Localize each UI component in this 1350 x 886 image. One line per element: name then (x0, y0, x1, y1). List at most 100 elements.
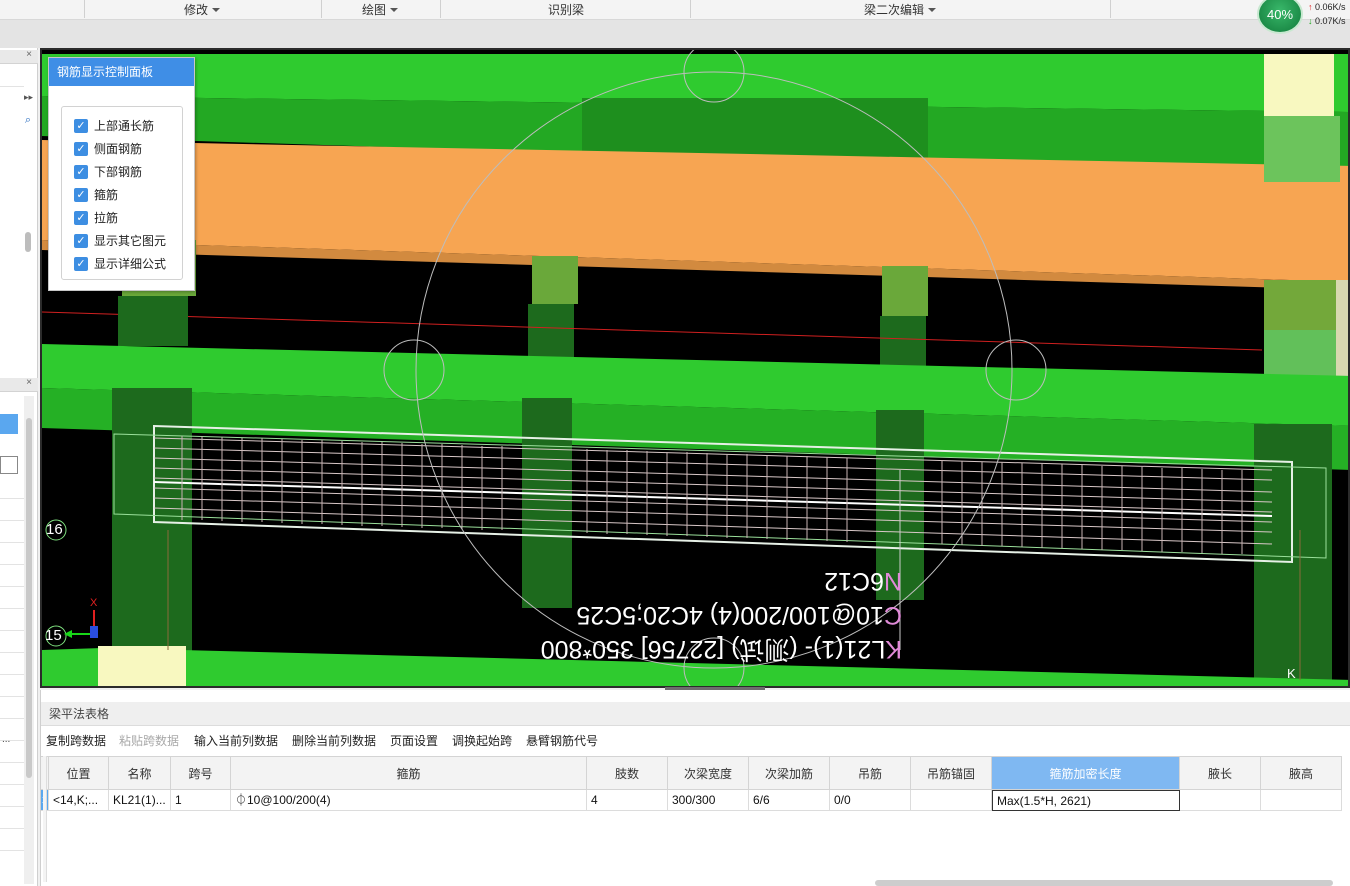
beam-table-panel: 梁平法表格 复制跨数据 粘贴跨数据 输入当前列数据 删除当前列数据 页面设置 调… (40, 690, 1350, 886)
checkbox-side-rebar[interactable]: ✓ 侧面钢筋 (74, 140, 142, 156)
list-row-line (0, 564, 24, 565)
list-row-line (0, 674, 24, 675)
list-row-line (0, 520, 24, 521)
cantilever-rebar-code-button[interactable]: 悬臂钢筋代号 (526, 732, 598, 749)
column-header-stirrup-densified-length[interactable]: 箍筋加密长度 (992, 756, 1180, 790)
identify-beam-menu[interactable]: 识别梁 (548, 1, 584, 18)
identify-beam-label: 识别梁 (548, 3, 585, 17)
ribbon-separator (440, 0, 441, 18)
beam-annotation-line-3: N6C12 (824, 567, 902, 595)
delete-column-data-button[interactable]: 删除当前列数据 (292, 732, 376, 749)
column-header-position[interactable]: 位置 (49, 756, 109, 790)
check-icon[interactable]: ✓ (74, 164, 88, 179)
table-cell-haunch-height[interactable] (1261, 790, 1342, 811)
secondary-edit-menu[interactable]: 梁二次编辑 (864, 1, 937, 18)
checkbox-stirrup[interactable]: ✓ 箍筋 (74, 186, 118, 202)
table-cell-stirrup[interactable]: ⏀10@100/200(4) (231, 790, 587, 811)
column-header-haunch-length[interactable]: 腋长 (1180, 756, 1261, 790)
column-header-span[interactable]: 跨号 (171, 756, 231, 790)
horizontal-scrollbar[interactable] (875, 880, 1333, 886)
list-row-line (0, 718, 24, 719)
check-icon[interactable]: ✓ (74, 187, 88, 202)
checkbox-show-other-elements[interactable]: ✓ 显示其它图元 (74, 232, 166, 248)
chevron-down-icon (390, 8, 399, 12)
column-header-secondary-beam-bars[interactable]: 次梁加筋 (749, 756, 830, 790)
table-cell-name[interactable]: KL21(1)... (109, 790, 171, 811)
modify-menu-label: 修改 (184, 3, 209, 17)
column (118, 296, 188, 346)
search-icon[interactable]: ⌕ (25, 114, 31, 127)
checkbox-top-continuous-rebar[interactable]: ✓ 上部通长筋 (74, 117, 154, 133)
column-header-stirrup[interactable]: 箍筋 (231, 756, 587, 790)
check-icon[interactable]: ✓ (74, 256, 88, 271)
column-header-name[interactable]: 名称 (109, 756, 171, 790)
table-left-gutter (43, 756, 47, 882)
3d-viewport[interactable]: X 16 15 K KL21(1)- (测试) [22756] 350*800 … (40, 48, 1350, 688)
left-panel-header: × (0, 49, 38, 64)
checkbox-bottom-rebar[interactable]: ✓ 下部钢筋 (74, 163, 142, 179)
column-stub (532, 256, 578, 304)
download-speed: ↓ 0.07K/s (1308, 16, 1346, 26)
column-header-hanger-bar[interactable]: 吊筋 (830, 756, 911, 790)
column-base (98, 646, 186, 686)
check-icon[interactable]: ✓ (74, 141, 88, 156)
list-row-line (0, 608, 24, 609)
column (528, 304, 574, 364)
checkbox-tie-bar[interactable]: ✓ 拉筋 (74, 209, 118, 225)
paste-span-data-button[interactable]: 粘贴跨数据 (119, 732, 179, 749)
expand-icon[interactable]: ▸▸ (24, 92, 33, 103)
table-cell-span[interactable]: 1 (171, 790, 231, 811)
list-row-line (0, 630, 24, 631)
ellipsis-icon: ... (2, 734, 11, 745)
ribbon-separator (321, 0, 322, 18)
right-column-top (1264, 54, 1334, 116)
checkbox-label: 箍筋 (94, 188, 119, 202)
modify-menu[interactable]: 修改 (184, 1, 221, 18)
table-cell-position[interactable]: <14,K;... (49, 790, 109, 811)
check-icon[interactable]: ✓ (74, 118, 88, 133)
upload-speed-value: 0.06K/s (1315, 2, 1346, 12)
table-cell-hanger-anchorage[interactable] (911, 790, 992, 811)
checkbox-label: 侧面钢筋 (94, 142, 143, 156)
check-icon[interactable]: ✓ (74, 210, 88, 225)
rebar-display-control-panel: 钢筋显示控制面板 ✓ 上部通长筋 ✓ 侧面钢筋 ✓ 下部钢筋 ✓ 箍筋 ✓ 拉筋 ✓ 显示其… (48, 57, 195, 291)
column-header-haunch-height[interactable]: 腋高 (1261, 756, 1342, 790)
left-panel-header-2: × (0, 377, 38, 392)
column-header-legs[interactable]: 肢数 (587, 756, 668, 790)
draw-menu[interactable]: 绘图 (362, 1, 399, 18)
list-row-line (0, 542, 24, 543)
scrollbar-thumb[interactable] (26, 418, 32, 778)
list-item[interactable] (0, 456, 18, 474)
control-panel-title: 钢筋显示控制面板 (49, 58, 194, 86)
page-setup-button[interactable]: 页面设置 (390, 732, 438, 749)
table-cell-legs[interactable]: 4 (587, 790, 668, 811)
copy-span-data-button[interactable]: 复制跨数据 (46, 732, 106, 749)
input-column-data-button[interactable]: 输入当前列数据 (194, 732, 278, 749)
red-axis-line (42, 311, 1263, 351)
table-cell-stirrup-densified-length[interactable]: Max(1.5*H, 2621) (992, 790, 1180, 811)
checkbox-label: 下部钢筋 (94, 165, 143, 179)
scrollbar-thumb[interactable] (25, 232, 31, 252)
list-row-line (0, 784, 24, 785)
column-stub (882, 266, 928, 316)
bottom-beam-left (42, 648, 102, 686)
checkbox-label: 显示其它图元 (94, 234, 167, 248)
secondary-edit-label: 梁二次编辑 (864, 3, 925, 17)
column-header-hanger-anchorage[interactable]: 吊筋锚固 (911, 756, 992, 790)
list-row-line (0, 696, 24, 697)
selected-row-marker[interactable] (0, 414, 18, 434)
column-header-secondary-beam-width[interactable]: 次梁宽度 (668, 756, 749, 790)
table-cell-hanger-bar[interactable]: 0/0 (830, 790, 911, 811)
close-icon[interactable]: × (26, 377, 32, 388)
list-row-line (0, 828, 24, 829)
checkbox-show-detailed-formula[interactable]: ✓ 显示详细公式 (74, 255, 166, 271)
swap-start-span-button[interactable]: 调换起始跨 (452, 732, 512, 749)
check-icon[interactable]: ✓ (74, 233, 88, 248)
table-cell-secondary-beam-width[interactable]: 300/300 (668, 790, 749, 811)
close-icon[interactable]: × (26, 49, 32, 60)
ribbon-bar: 修改 绘图 识别梁 梁二次编辑 (0, 0, 1350, 20)
table-cell-secondary-beam-bars[interactable]: 6/6 (749, 790, 830, 811)
table-cell-haunch-length[interactable] (1180, 790, 1261, 811)
right-column (1264, 116, 1340, 182)
chevron-down-icon (928, 8, 937, 12)
